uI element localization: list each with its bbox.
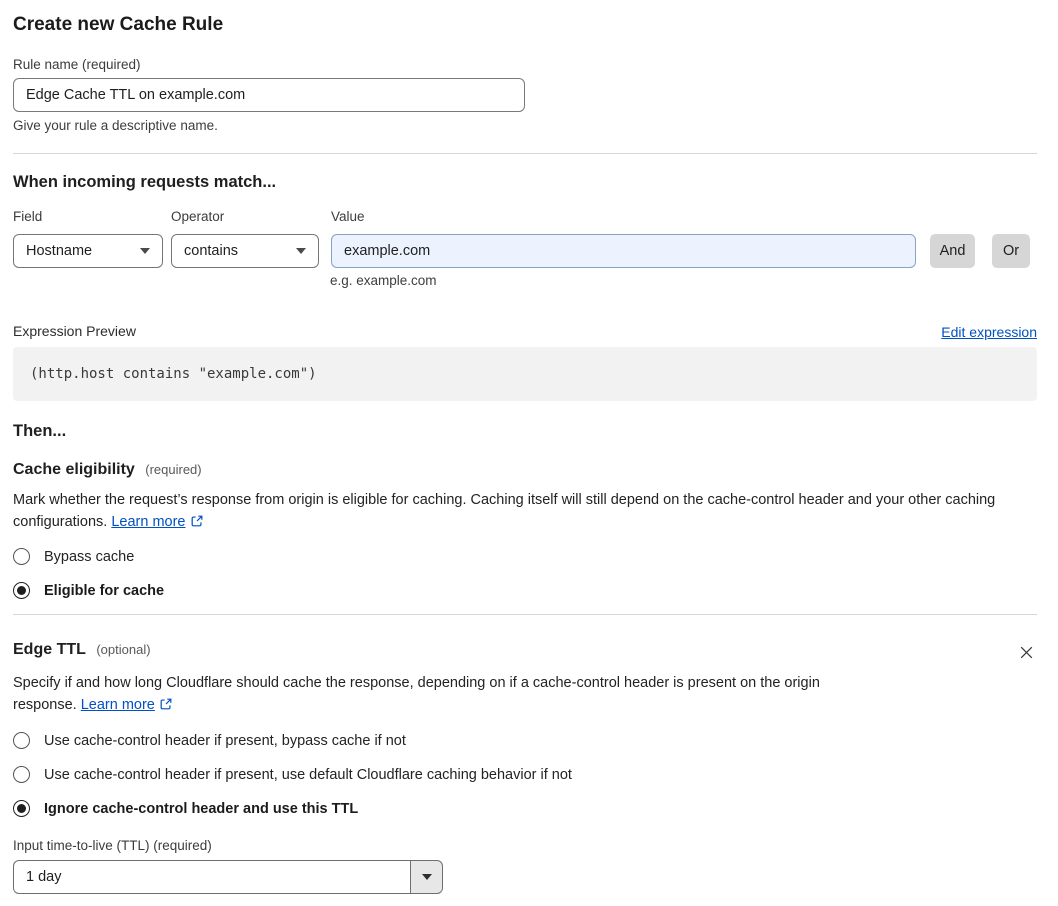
value-input[interactable]	[331, 234, 916, 268]
cache-eligibility-badge: (required)	[145, 462, 202, 477]
radio-bypass-cache[interactable]: Bypass cache	[13, 548, 1037, 565]
close-button[interactable]	[1016, 642, 1037, 666]
and-button[interactable]: And	[930, 234, 975, 268]
match-heading: When incoming requests match...	[13, 173, 277, 191]
radio-label: Eligible for cache	[44, 582, 165, 599]
field-select-value: Hostname	[26, 243, 93, 259]
edit-expression-link[interactable]: Edit expression	[941, 324, 1037, 340]
rule-name-label: Rule name (required)	[13, 57, 141, 72]
radio-label: Bypass cache	[44, 548, 135, 565]
ttl-input[interactable]	[13, 860, 411, 894]
operator-label: Operator	[171, 209, 225, 224]
edge-ttl-heading: Edge TTL	[13, 641, 86, 658]
field-label: Field	[13, 209, 43, 224]
radio-eligible-for-cache[interactable]: Eligible for cache	[13, 582, 1037, 599]
divider	[13, 153, 1037, 154]
cache-eligibility-heading: Cache eligibility	[13, 461, 135, 478]
radio-ignore-header-use-ttl[interactable]: Ignore cache-control header and use this…	[13, 800, 1037, 817]
then-heading: Then...	[13, 422, 67, 440]
field-select[interactable]: Hostname	[13, 234, 163, 268]
chevron-down-icon	[140, 248, 150, 254]
radio-label: Ignore cache-control header and use this…	[44, 800, 359, 817]
cache-eligibility-description: Mark whether the request’s response from…	[13, 490, 1018, 535]
or-button[interactable]: Or	[992, 234, 1030, 268]
edge-ttl-description: Specify if and how long Cloudflare shoul…	[13, 673, 843, 718]
expression-preview-label: Expression Preview	[13, 323, 136, 339]
rule-name-input[interactable]	[13, 78, 525, 112]
chevron-down-icon	[421, 874, 432, 880]
operator-select-value: contains	[184, 243, 239, 259]
radio-use-header-default[interactable]: Use cache-control header if present, use…	[13, 766, 1037, 783]
radio-icon[interactable]	[13, 548, 30, 565]
expression-code-text: (http.host contains "example.com")	[30, 366, 317, 382]
edge-learn-more-link[interactable]: Learn more	[81, 697, 155, 713]
radio-use-header-bypass[interactable]: Use cache-control header if present, byp…	[13, 732, 1037, 749]
divider	[13, 614, 1037, 615]
ttl-dropdown-button[interactable]	[410, 860, 443, 894]
edge-ttl-badge: (optional)	[96, 642, 151, 657]
external-link-icon	[190, 514, 204, 536]
page-title: Create new Cache Rule	[13, 14, 224, 35]
chevron-down-icon	[296, 248, 306, 254]
radio-icon[interactable]	[13, 800, 30, 817]
radio-label: Use cache-control header if present, byp…	[44, 732, 406, 749]
cache-learn-more-link[interactable]: Learn more	[111, 514, 185, 530]
value-label: Value	[331, 209, 365, 224]
rule-name-helper: Give your rule a descriptive name.	[13, 118, 218, 133]
radio-icon[interactable]	[13, 766, 30, 783]
value-helper: e.g. example.com	[330, 273, 437, 288]
expression-preview-code: (http.host contains "example.com")	[13, 347, 1037, 401]
ttl-label: Input time-to-live (TTL) (required)	[13, 838, 212, 853]
radio-icon[interactable]	[13, 582, 30, 599]
external-link-icon	[159, 697, 173, 719]
radio-icon[interactable]	[13, 732, 30, 749]
radio-label: Use cache-control header if present, use…	[44, 766, 572, 783]
operator-select[interactable]: contains	[171, 234, 319, 268]
close-icon	[1018, 646, 1035, 664]
